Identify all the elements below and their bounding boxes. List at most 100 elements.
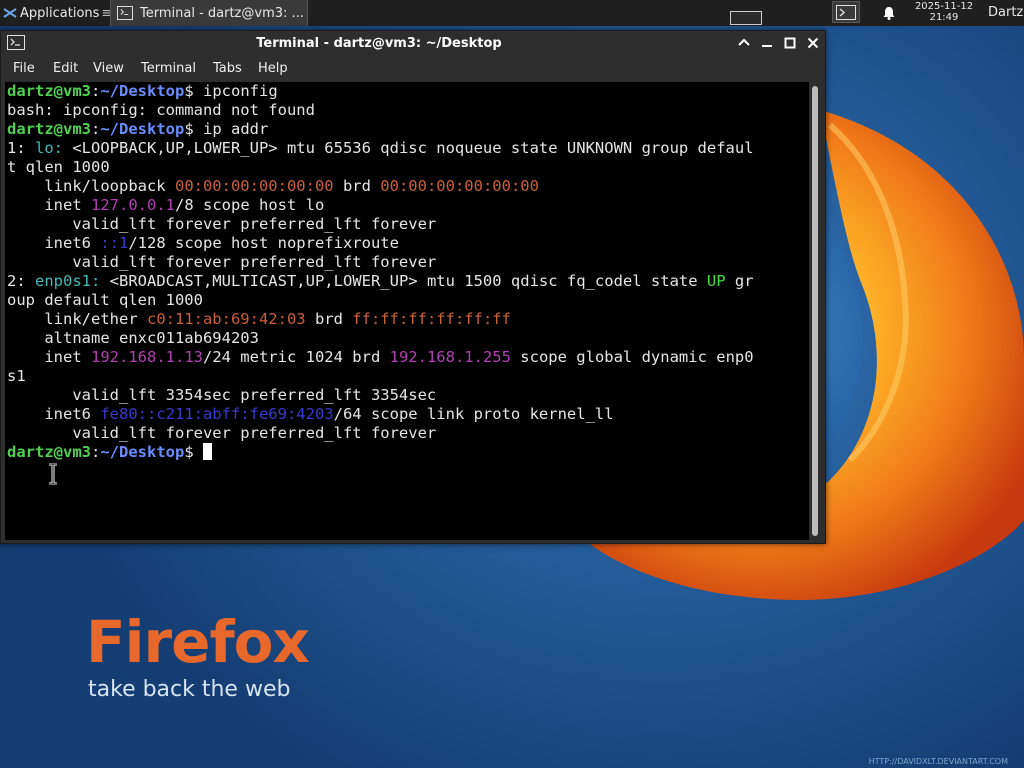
terminal-line: valid_lft forever preferred_lft forever <box>7 424 754 443</box>
terminal-line: valid_lft forever preferred_lft forever <box>7 253 754 272</box>
terminal-segment: brd <box>305 310 353 328</box>
terminal-segment: link/loopback <box>7 177 175 195</box>
terminal-line: bash: ipconfig: command not found <box>7 101 754 120</box>
terminal-segment: inet6 <box>7 405 101 423</box>
terminal-segment: $ <box>184 443 204 461</box>
terminal-segment: oup default qlen 1000 <box>7 291 203 309</box>
notification-bell-icon[interactable] <box>881 5 897 21</box>
top-panel: Applications ≡ Terminal - dartz@vm3: ... … <box>0 0 1024 26</box>
terminal-segment: altname enxc011ab694203 <box>7 329 259 347</box>
taskbar-terminal-label: Terminal - dartz@vm3: ... <box>140 5 304 21</box>
terminal-segment: $ ipconfig <box>184 82 278 100</box>
terminal-segment: 2: <box>7 272 35 290</box>
menu-terminal[interactable]: Terminal <box>141 61 196 76</box>
terminal-segment: 00:00:00:00:00:00 <box>174 177 334 195</box>
terminal-segment: /8 scope host lo <box>175 196 325 214</box>
terminal-line: inet 127.0.0.1/8 scope host lo <box>7 196 754 215</box>
terminal-line: dartz@vm3:~/Desktop$ <box>7 443 754 462</box>
workspace-switcher[interactable] <box>730 11 762 25</box>
terminal-segment: ::1 <box>100 234 129 252</box>
terminal-segment: valid_lft forever preferred_lft forever <box>7 215 437 233</box>
terminal-segment: UP <box>706 272 726 290</box>
wallpaper-credit: HTTP://DAVIDXLT.DEVIANTART.COM <box>868 757 1008 766</box>
terminal-segment: lo: <box>35 139 63 157</box>
terminal-segment: 127.0.0.1 <box>91 196 175 214</box>
terminal-segment: bash: ipconfig: command not found <box>7 101 315 119</box>
menu-file[interactable]: File <box>13 61 35 76</box>
terminal-segment: ~/Desktop <box>100 120 185 138</box>
terminal-segment: inet6 <box>7 234 101 252</box>
terminal-segment: 192.168.1.255 <box>389 348 511 366</box>
firefox-wordmark: Firefox <box>86 608 310 676</box>
applications-label: Applications <box>20 5 100 21</box>
terminal-line: altname enxc011ab694203 <box>7 329 754 348</box>
terminal-segment: /24 metric 1024 brd <box>202 348 390 366</box>
terminal-line: dartz@vm3:~/Desktop$ ip addr <box>7 120 754 139</box>
terminal-segment: t qlen 1000 <box>7 158 110 176</box>
terminal-segment: gr <box>725 272 754 290</box>
terminal-segment: : <box>91 120 101 138</box>
terminal-line: valid_lft 3354sec preferred_lft 3354sec <box>7 386 754 405</box>
minimize-icon[interactable] <box>759 35 775 51</box>
firefox-tagline: take back the web <box>88 677 291 702</box>
terminal-line: inet6 fe80::c211:abff:fe69:4203/64 scope… <box>7 405 754 424</box>
restore-icon[interactable] <box>782 35 798 51</box>
terminal-segment: inet <box>7 196 91 214</box>
terminal-line: link/loopback 00:00:00:00:00:00 brd 00:0… <box>7 177 754 196</box>
terminal-text: dartz@vm3:~/Desktop$ ipconfig bash: ipcon… <box>7 82 754 462</box>
terminal-line: oup default qlen 1000 <box>7 291 754 310</box>
terminal-segment: link/ether <box>7 310 147 328</box>
clock-time: 21:49 <box>929 12 959 23</box>
terminal-line: 1: lo: <LOOPBACK,UP,LOWER_UP> mtu 65536 … <box>7 139 754 158</box>
terminal-line: 2: enp0s1: <BROADCAST,MULTICAST,UP,LOWER… <box>7 272 754 291</box>
app-menu-icon <box>3 8 17 18</box>
terminal-segment: valid_lft forever preferred_lft forever <box>7 424 437 442</box>
terminal-line: link/ether c0:11:ab:69:42:03 brd ff:ff:f… <box>7 310 754 329</box>
menu-edit[interactable]: Edit <box>53 61 78 76</box>
terminal-segment: dartz@vm3 <box>7 120 91 138</box>
terminal-output[interactable]: dartz@vm3:~/Desktop$ ipconfig bash: ipcon… <box>5 82 809 540</box>
terminal-line: s1 <box>7 367 754 386</box>
terminal-segment: inet <box>7 348 91 366</box>
terminal-segment: dartz@vm3 <box>7 443 91 461</box>
terminal-segment: : <box>91 82 101 100</box>
menu-tabs[interactable]: Tabs <box>213 61 242 76</box>
terminal-segment: enp0s1: <box>35 272 101 290</box>
terminal-segment: /64 scope link proto kernel_ll <box>333 405 614 423</box>
window-titlebar[interactable]: Terminal - dartz@vm3: ~/Desktop <box>1 31 825 57</box>
terminal-segment: scope global dynamic enp0 <box>510 348 754 366</box>
terminal-segment: /128 scope host noprefixroute <box>128 234 399 252</box>
user-menu[interactable]: Dartz <box>988 5 1023 20</box>
terminal-icon <box>836 4 856 20</box>
close-icon[interactable] <box>805 35 821 51</box>
tray-terminal-button[interactable] <box>832 1 860 23</box>
terminal-segment: <LOOPBACK,UP,LOWER_UP> mtu 65536 qdisc n… <box>63 139 754 157</box>
terminal-segment: 192.168.1.13 <box>91 348 203 366</box>
terminal-segment: $ ip addr <box>184 120 269 138</box>
terminal-line: inet6 ::1/128 scope host noprefixroute <box>7 234 754 253</box>
menu-bar: File Edit View Terminal Tabs Help <box>1 57 825 81</box>
terminal-segment: valid_lft forever preferred_lft forever <box>7 253 437 271</box>
clock[interactable]: 2025-11-12 21:49 <box>908 1 980 23</box>
terminal-scrollbar[interactable] <box>811 84 819 538</box>
terminal-icon <box>117 6 133 20</box>
menu-view[interactable]: View <box>93 61 124 76</box>
terminal-window: Terminal - dartz@vm3: ~/Desktop File Edi… <box>0 30 826 544</box>
terminal-segment: s1 <box>7 367 26 385</box>
terminal-cursor <box>203 443 213 460</box>
taskbar-terminal-button[interactable]: Terminal - dartz@vm3: ... <box>110 0 308 26</box>
window-title: Terminal - dartz@vm3: ~/Desktop <box>256 36 502 51</box>
terminal-line: t qlen 1000 <box>7 158 754 177</box>
terminal-segment: 00:00:00:00:00:00 <box>380 177 539 195</box>
maximize-icon[interactable] <box>736 35 752 51</box>
terminal-segment: ~/Desktop <box>100 443 185 461</box>
terminal-segment: dartz@vm3 <box>7 82 91 100</box>
scrollbar-thumb[interactable] <box>812 86 818 536</box>
terminal-line: valid_lft forever preferred_lft forever <box>7 215 754 234</box>
terminal-segment: ff:ff:ff:ff:ff:ff <box>352 310 511 328</box>
menu-help[interactable]: Help <box>258 61 288 76</box>
applications-menu-button[interactable]: Applications ≡ <box>0 0 112 26</box>
terminal-segment: 1: <box>7 139 35 157</box>
terminal-segment: ~/Desktop <box>100 82 185 100</box>
terminal-segment: fe80::c211:abff:fe69:4203 <box>100 405 334 423</box>
